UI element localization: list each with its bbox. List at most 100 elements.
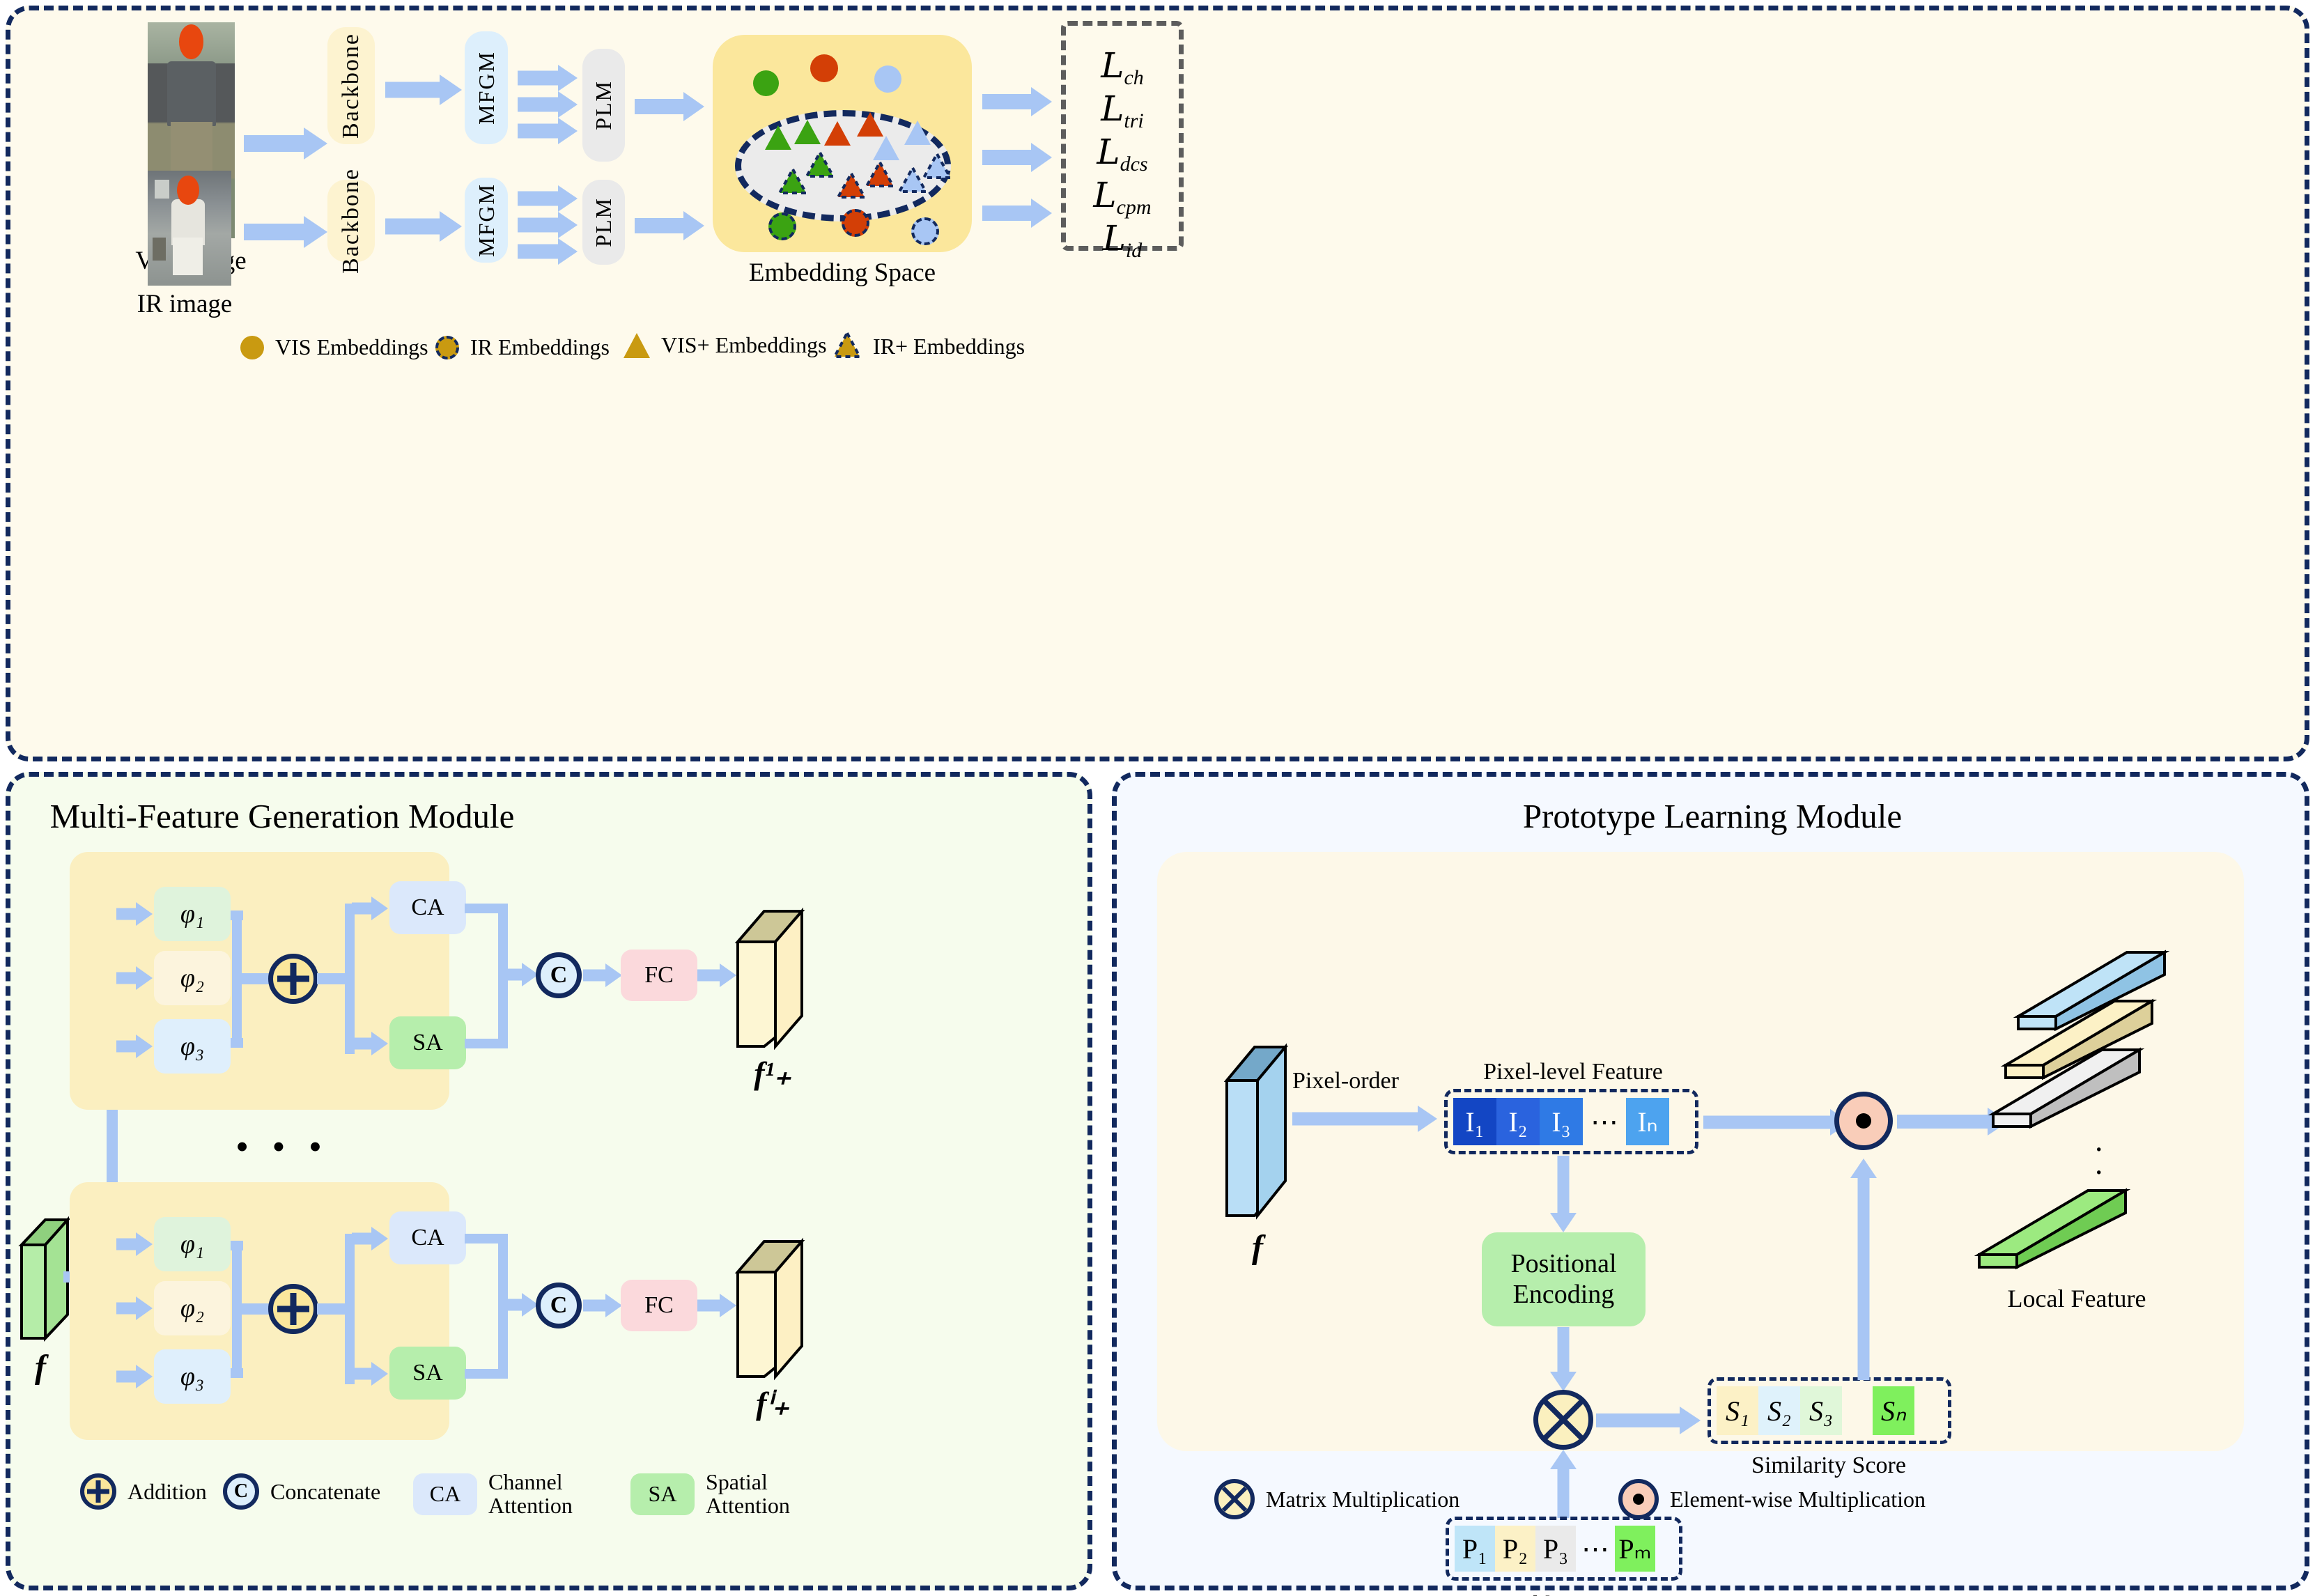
phi3-label: φ₃: [180, 1032, 205, 1061]
embedding-tri-vis-green-1: [765, 125, 791, 150]
plm-input-label: f: [1252, 1229, 1263, 1266]
concatenate-icon: C: [223, 1473, 259, 1510]
matmul-cross-icon: [1542, 1399, 1584, 1441]
plm-input-feature-slab: [1221, 1041, 1291, 1223]
arrow-to-phi2-b2: [116, 1296, 153, 1320]
embedding-space: [713, 35, 972, 252]
arrow-prototype-to-matmul: [1550, 1450, 1577, 1518]
embedding-tri-vis-red-1: [824, 121, 851, 146]
mfgm-input-label: f: [35, 1349, 46, 1386]
plm-ir[interactable]: PLM: [582, 180, 625, 265]
mfgm-legend-addition: Addition: [80, 1473, 207, 1510]
element-wise-dot-icon: [1856, 1113, 1871, 1129]
plm-vis[interactable]: PLM: [582, 49, 625, 162]
legend-label: IR Embeddings: [470, 334, 610, 359]
matrix-multiplication-icon: [1214, 1479, 1255, 1519]
legend-label: IR+ Embeddings: [873, 334, 1025, 359]
mfgm-output-slab-1: [732, 906, 807, 1052]
phi1-label: φ₁: [180, 1230, 205, 1259]
loss-tri: Ltri: [1101, 88, 1144, 132]
similarity-token: S₁: [1717, 1386, 1758, 1435]
legend-label: Channel Attention: [488, 1469, 573, 1518]
arrow-concat-to-fc-b2: [583, 1294, 622, 1317]
arrow-fc-to-out-b1: [697, 963, 736, 987]
arrow-to-phi2-b1: [116, 966, 153, 990]
arrow-f-to-pixel-tokens: [1292, 1106, 1437, 1132]
loss-dcs: Ldcs: [1097, 132, 1148, 176]
mfgm-phi2-b2[interactable]: φ₂: [154, 1281, 231, 1335]
embedding-dot-ir-green: [768, 212, 796, 240]
phi1-label: φ₁: [180, 899, 205, 929]
mfgm-ca-b1[interactable]: CA: [389, 881, 466, 934]
matrix-multiplication-op: [1533, 1390, 1593, 1450]
mfgm-phi2-b1[interactable]: φ₂: [154, 951, 231, 1005]
mfgm-legend-channel-attention: CA Channel Attention: [413, 1469, 614, 1518]
plm-legend-element-wise-multiplication: Element-wise Multiplication: [1618, 1479, 1926, 1519]
backbone-ir[interactable]: Backbone: [327, 168, 375, 274]
mfgm-ir[interactable]: MFGM: [465, 178, 508, 263]
mfgm-concat-b2: C: [536, 1283, 582, 1328]
loss-cpm: Lcpm: [1093, 175, 1152, 219]
legend-ir-embeddings: IR Embeddings: [435, 334, 610, 360]
pixel-token-ellipsis: ⋯: [1590, 1106, 1618, 1138]
embedding-tri-ir-green-2: [805, 150, 835, 178]
addition-icon: [80, 1473, 116, 1510]
vis-plus-embedding-icon: [624, 332, 650, 358]
arrow-to-ca-b2: [352, 1227, 388, 1250]
pixel-token: I₂: [1496, 1098, 1540, 1145]
mfgm-concat-b1: C: [536, 952, 582, 998]
mfgm-ca-b2[interactable]: CA: [389, 1211, 466, 1264]
mfgm-phi1-b1[interactable]: φ₁: [154, 887, 231, 941]
embedding-tri-vis-blue-2: [904, 121, 931, 145]
plm-inner-container: [1157, 852, 2244, 1451]
mfgm-vis[interactable]: MFGM: [465, 31, 508, 144]
plm-prototype-title: Learnable Prototype: [1468, 1592, 1661, 1596]
ir-image-caption: IR image: [137, 290, 233, 318]
mfgm-legend-concatenate: C Concatenate: [223, 1473, 380, 1510]
similarity-token: S₃: [1800, 1386, 1842, 1435]
similarity-token: Sₙ: [1873, 1386, 1914, 1435]
mfgm-phi3-b1[interactable]: φ₃: [154, 1019, 231, 1074]
mfgm-fc-b1[interactable]: FC: [621, 950, 697, 1001]
arrow-backbone-to-mfgm-ir: [385, 211, 462, 242]
arrow-to-sa-b1: [352, 1032, 388, 1055]
arrow-mfgm-to-plm-vis-1: [518, 65, 578, 91]
arrow-to-phi1-b1: [116, 902, 153, 926]
mfgm-phi1-out-b1: [231, 911, 243, 920]
arrow-vis-to-backbone: [244, 127, 327, 160]
plm-title: Prototype Learning Module: [1522, 797, 1903, 835]
mfgm-phi3-b2[interactable]: φ₃: [154, 1349, 231, 1404]
mfgm-phi1-out-b2: [231, 1241, 243, 1250]
arrow-ir-to-backbone: [244, 216, 327, 248]
arrow-to-phi3-b1: [116, 1035, 153, 1058]
plm-similarity-title: Similarity Score: [1751, 1452, 1906, 1478]
arrow-mfgm-to-plm-ir-3: [518, 238, 578, 265]
prototype-token: Pₘ: [1615, 1526, 1655, 1572]
vis-embedding-icon: [240, 335, 264, 359]
plm-local-feature-label: Local Feature: [2007, 1285, 2146, 1312]
plm-label: PLM: [591, 80, 616, 130]
overall-framework-panel: VIS image IR image Backbone Backbone: [6, 6, 2309, 761]
arrow-to-phi3-b2: [116, 1365, 153, 1388]
arrow-fc-to-out-b2: [697, 1294, 736, 1317]
sa-label: SA: [412, 1360, 443, 1386]
loss-ch: Lch: [1101, 45, 1144, 89]
concat-label: C: [550, 962, 568, 988]
mfgm-phi3-out-b2: [231, 1368, 243, 1378]
mfgm-phi1-b2[interactable]: φ₁: [154, 1217, 231, 1271]
mfgm-fc-b2[interactable]: FC: [621, 1280, 697, 1331]
positional-encoding-box[interactable]: Positional Encoding: [1482, 1232, 1646, 1326]
mfgm-label: MFGM: [473, 51, 499, 125]
sa-label: SA: [412, 1030, 443, 1055]
arrow-mfgm-to-plm-ir-2: [518, 212, 578, 238]
loss-function-box: Lch Ltri Ldcs Lcpm Lid: [1061, 21, 1184, 262]
legend-label: Addition: [127, 1478, 207, 1504]
backbone-vis[interactable]: Backbone: [327, 27, 375, 144]
plm-label: PLM: [591, 197, 616, 247]
prototype-token-ellipsis: ⋯: [1581, 1533, 1609, 1565]
phi2-label: φ₂: [180, 963, 205, 993]
mfgm-sa-b1[interactable]: SA: [389, 1016, 466, 1069]
mfgm-sa-b2[interactable]: SA: [389, 1347, 466, 1400]
legend-label: Element-wise Multiplication: [1670, 1486, 1926, 1512]
embedding-tri-ir-green-1: [777, 167, 808, 195]
